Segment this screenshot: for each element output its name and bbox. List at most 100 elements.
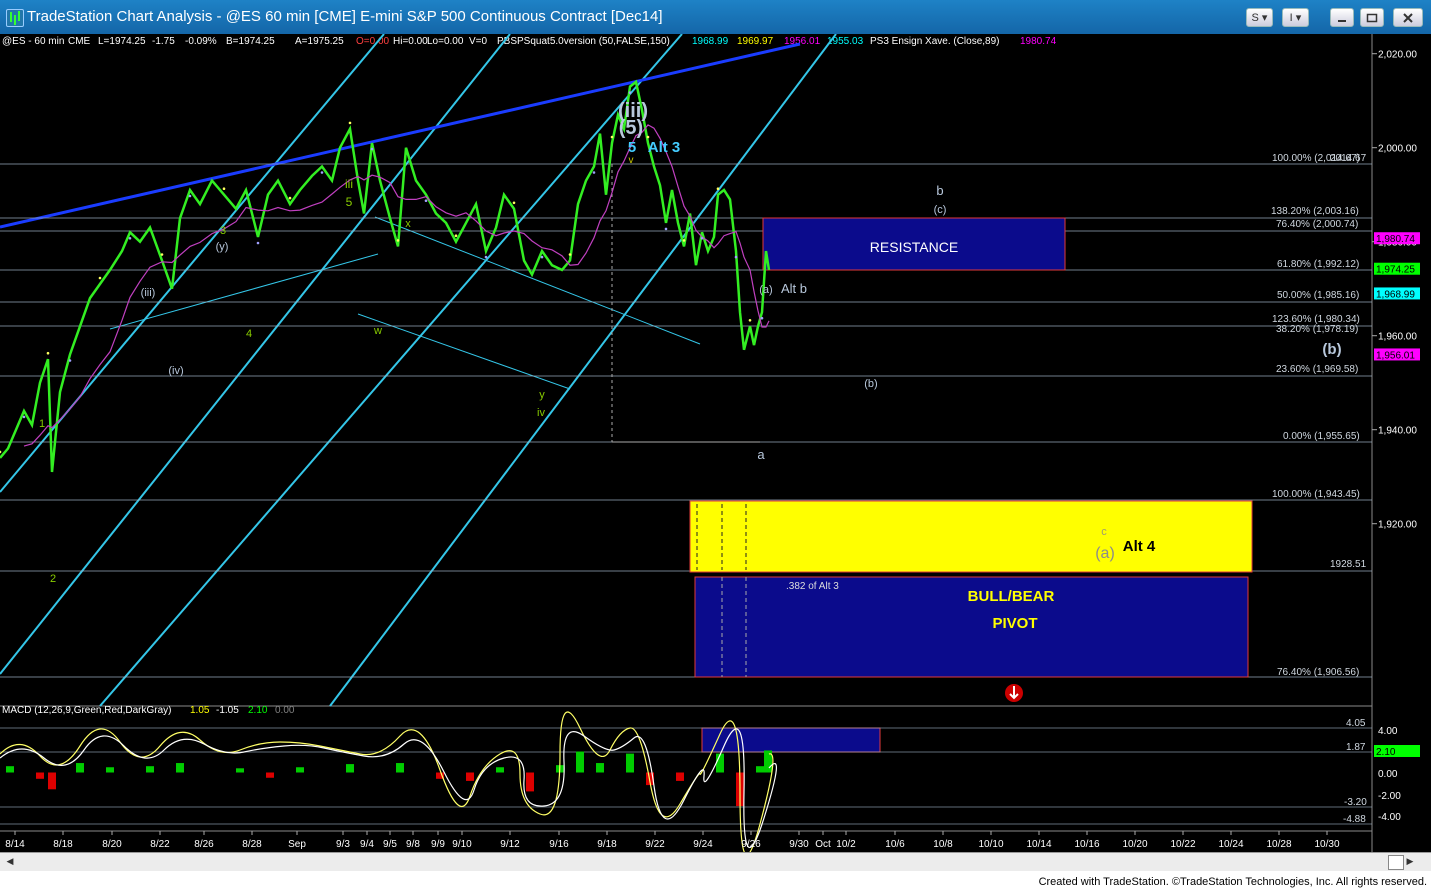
date-tick-label: 10/8 bbox=[933, 839, 953, 850]
footer: Created with TradeStation. ©TradeStation… bbox=[0, 871, 1431, 892]
minimize-button[interactable] bbox=[1330, 8, 1354, 27]
fib-label: 2014.67 bbox=[1330, 153, 1367, 164]
macd-histogram-bar bbox=[716, 753, 724, 773]
price-tag-label: 1,968.99 bbox=[1376, 289, 1415, 300]
swing-dot bbox=[512, 201, 516, 205]
macd-histogram-bar bbox=[496, 767, 504, 773]
date-tick-label: 8/22 bbox=[150, 839, 170, 850]
alt4-zone bbox=[689, 500, 1253, 573]
header-segment: PS3 Ensign Xave. (Close,89) bbox=[870, 36, 1000, 47]
indicator-link-button[interactable]: I ▾ bbox=[1282, 8, 1309, 27]
tradestation-app-icon bbox=[6, 9, 24, 27]
header-segment: V=0 bbox=[469, 36, 488, 47]
swing-dot bbox=[592, 171, 596, 174]
maximize-icon bbox=[1366, 13, 1378, 23]
macd-histogram-bar bbox=[626, 753, 634, 773]
wave-iii-small: (iii) bbox=[141, 287, 156, 299]
swing-dot bbox=[396, 239, 400, 242]
symbol-link-button[interactable]: S ▾ bbox=[1246, 8, 1273, 27]
wave-c-paren: (c) bbox=[934, 204, 947, 216]
macd-histogram-bar bbox=[296, 767, 304, 773]
date-tick-label: 9/18 bbox=[597, 839, 617, 850]
wave-iv-label: iv bbox=[537, 407, 545, 419]
header-segment: L=1974.25 bbox=[98, 36, 146, 47]
swing-dot bbox=[760, 316, 764, 320]
macd-tick-label: -2.00 bbox=[1378, 791, 1401, 802]
wave-5-top: 5 bbox=[628, 139, 636, 156]
macd-histogram-bar bbox=[176, 763, 184, 773]
swing-dot bbox=[22, 415, 26, 419]
macd-value: 0.00 bbox=[275, 705, 295, 716]
macd-level-label: -3.20 bbox=[1344, 797, 1367, 808]
scroll-thumb[interactable] bbox=[1388, 855, 1404, 870]
price-tick-label: 2,000.00 bbox=[1378, 144, 1417, 155]
swing-dot bbox=[160, 253, 164, 256]
date-tick-label: 9/4 bbox=[360, 839, 374, 850]
swing-dot bbox=[664, 227, 668, 231]
header-segment: A=1975.25 bbox=[295, 36, 344, 47]
date-tick-label: 10/28 bbox=[1266, 839, 1291, 850]
date-tick-label: 10/24 bbox=[1218, 839, 1243, 850]
macd-histogram-bar bbox=[76, 763, 84, 773]
macd-histogram-bar bbox=[756, 766, 764, 773]
swing-dot bbox=[748, 319, 752, 322]
price-tag-label: 1,980.74 bbox=[1376, 234, 1415, 245]
date-tick-label: 10/10 bbox=[978, 839, 1003, 850]
scroll-right-arrow-icon[interactable]: ▶ bbox=[1404, 856, 1416, 868]
credit-text: Created with TradeStation. ©TradeStation… bbox=[1038, 876, 1427, 888]
header-segment: O=0.00 bbox=[356, 36, 390, 47]
fib-label: 76.40% (2,000.74) bbox=[1276, 219, 1358, 230]
fib-label: 76.40% (1,906.56) bbox=[1277, 667, 1359, 678]
date-tick-label: 10/22 bbox=[1170, 839, 1195, 850]
wave-b-paren-big: (b) bbox=[1322, 341, 1341, 358]
alert-marker bbox=[1005, 684, 1023, 702]
swing-dot bbox=[734, 255, 738, 259]
swing-dot bbox=[46, 351, 50, 355]
wave-iv-paren: (iv) bbox=[168, 365, 183, 377]
minimize-icon bbox=[1338, 20, 1346, 22]
macd-histogram-bar bbox=[466, 772, 474, 781]
macd-value: -1.05 bbox=[216, 705, 239, 716]
swing-dot bbox=[288, 196, 292, 200]
maximize-button[interactable] bbox=[1360, 8, 1384, 27]
date-tick-label: 9/16 bbox=[549, 839, 569, 850]
macd-level-label: -4.88 bbox=[1343, 814, 1366, 825]
macd-histogram-bar bbox=[48, 772, 56, 790]
date-tick-label: 8/20 bbox=[102, 839, 122, 850]
scroll-left-arrow-icon[interactable]: ◀ bbox=[4, 856, 16, 868]
date-tick-label: 9/22 bbox=[645, 839, 665, 850]
swing-dot bbox=[646, 135, 650, 139]
macd-histogram-bar bbox=[146, 766, 154, 773]
close-button[interactable] bbox=[1393, 8, 1423, 27]
date-tick-label: 8/18 bbox=[53, 839, 73, 850]
swing-dot bbox=[320, 171, 324, 174]
swing-dot bbox=[568, 253, 572, 256]
fib-label: 50.00% (1,985.16) bbox=[1277, 290, 1359, 301]
date-tick-label: 10/2 bbox=[836, 839, 856, 850]
chart-header: @ES - 60 min CME L=1974.25 -1.75 -0.09% B=197… bbox=[2, 36, 1057, 47]
wave-4-label: 4 bbox=[246, 328, 252, 340]
swing-dot bbox=[682, 239, 686, 242]
date-tick-label: 8/26 bbox=[194, 839, 214, 850]
macd-histogram-bar bbox=[6, 766, 14, 773]
header-segment: @ES - 60 min bbox=[2, 36, 64, 47]
window-titlebar: TradeStation Chart Analysis - @ES 60 min… bbox=[0, 0, 1431, 35]
price-tag-label: 1,956.01 bbox=[1376, 350, 1415, 361]
swing-dot bbox=[454, 234, 458, 237]
swing-dot bbox=[424, 199, 428, 202]
wave-y-label: y bbox=[539, 389, 545, 401]
header-segment: CME bbox=[68, 36, 91, 47]
swing-dot bbox=[610, 135, 614, 139]
fib-label: 23.60% (1,969.58) bbox=[1276, 364, 1358, 375]
macd-histogram-bar bbox=[676, 772, 684, 781]
chart-plot-area[interactable]: @ES - 60 min CME L=1974.25 -1.75 -0.09% B=197… bbox=[0, 34, 1431, 874]
wave-3-label: 3 bbox=[220, 225, 226, 237]
horizontal-scrollbar[interactable]: ◀ ▶ bbox=[0, 852, 1431, 871]
header-segment: 1969.97 bbox=[737, 36, 774, 47]
swing-dot bbox=[128, 237, 132, 240]
wave-a-label: a bbox=[757, 447, 765, 462]
header-segment: Lo=0.00 bbox=[427, 36, 464, 47]
swing-dot bbox=[484, 255, 488, 259]
wave-b-label: b bbox=[936, 183, 943, 198]
pivot-label: PIVOT bbox=[992, 615, 1037, 632]
